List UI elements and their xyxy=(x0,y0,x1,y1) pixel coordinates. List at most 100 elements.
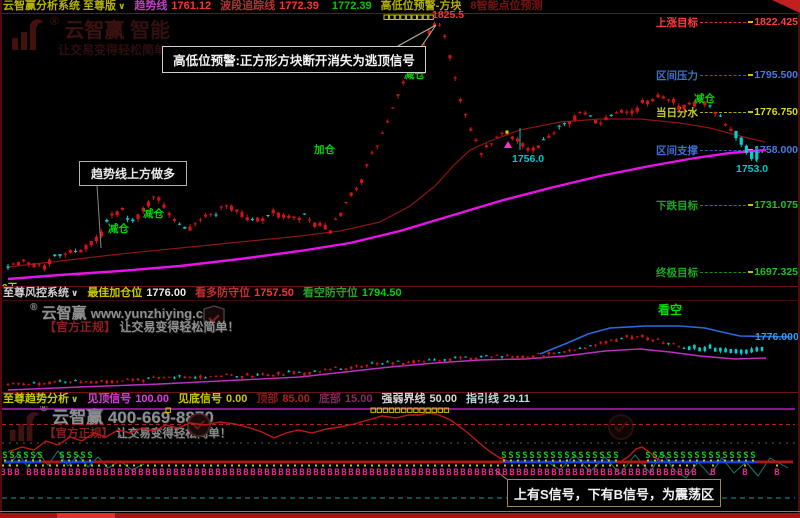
svg-text:B: B xyxy=(334,468,340,478)
titlebar-indicators: 趋势线1761.12波段追踪线1772.391772.39高低位预警-方块8智能… xyxy=(125,0,542,13)
svg-text:B: B xyxy=(180,468,186,478)
risk-panel-indicators: 最佳加仓位1776.00看多防守位1757.50看空防守位1794.50 xyxy=(78,287,401,300)
trend-indicator-label: 顶部 xyxy=(256,393,278,405)
scrollbar-thumb[interactable] xyxy=(57,513,115,518)
oscillation-annotation-text: 上有S信号，下有B信号，为震荡区 xyxy=(514,484,714,503)
bottom-scrollbar[interactable] xyxy=(0,513,800,518)
titlebar-indicator: 波段追踪线 1772.39 xyxy=(220,0,319,13)
chevron-down-icon: ∨ xyxy=(71,288,78,298)
oscillation-annotation-box[interactable]: 上有S信号，下有B信号，为震荡区 xyxy=(507,479,721,507)
trend-indicator-label: 强弱界线 xyxy=(381,393,425,405)
svg-text:B: B xyxy=(516,468,522,478)
trend-panel-title: 至尊趋势分析 xyxy=(3,393,69,405)
svg-text:B: B xyxy=(257,468,263,478)
risk-line-price-label: 1776.000 xyxy=(755,331,799,343)
svg-text:B: B xyxy=(495,468,501,478)
titlebar-indicator-label: 波段追踪线 xyxy=(220,0,275,12)
alert-annotation-box[interactable]: 高低位预警:正方形方块断开消失为逃顶信号 xyxy=(162,46,426,73)
trend-indicator-label: 见顶信号 xyxy=(87,393,131,405)
titlebar: 云智赢分析系统 至尊版∨ 趋势线1761.12 波段追踪线 1772.39 1772.… xyxy=(0,0,800,13)
svg-text:B: B xyxy=(299,468,305,478)
svg-text:B: B xyxy=(82,468,88,478)
svg-text:B: B xyxy=(663,468,669,478)
svg-text:B: B xyxy=(68,468,74,478)
svg-text:B: B xyxy=(397,468,403,478)
svg-text:B: B xyxy=(250,468,256,478)
svg-text:B: B xyxy=(439,468,445,478)
chevron-down-icon: ∨ xyxy=(71,394,78,404)
svg-text:B: B xyxy=(467,468,473,478)
corner-fold-icon[interactable] xyxy=(770,0,800,14)
svg-text:B: B xyxy=(656,468,662,478)
risk-indicator-value: 1794.50 xyxy=(362,287,402,299)
alert-annotation-text: 高低位预警:正方形方块断开消失为逃顶信号 xyxy=(173,50,415,69)
svg-text:B: B xyxy=(215,468,221,478)
svg-text:B: B xyxy=(432,468,438,478)
svg-text:B: B xyxy=(530,468,536,478)
titlebar-indicator: 趋势线1761.12 xyxy=(134,0,211,13)
trend-indicator-label: 底部 xyxy=(319,393,341,405)
svg-text:B: B xyxy=(14,468,20,478)
titlebar-indicator-value: 1772.39 xyxy=(279,0,319,12)
svg-text:B: B xyxy=(586,468,592,478)
svg-text:B: B xyxy=(75,468,81,478)
svg-text:B: B xyxy=(145,468,151,478)
svg-text:B: B xyxy=(474,468,480,478)
svg-text:B: B xyxy=(201,468,207,478)
svg-text:B: B xyxy=(313,468,319,478)
svg-text:B: B xyxy=(138,468,144,478)
svg-text:B: B xyxy=(614,468,620,478)
chevron-down-icon: ∨ xyxy=(118,1,125,11)
svg-text:B: B xyxy=(642,468,648,478)
svg-text:B: B xyxy=(488,468,494,478)
risk-indicator-value: 1776.00 xyxy=(146,287,186,299)
risk-indicator-label: 看空防守位 xyxy=(303,287,358,299)
risk-panel-title-dropdown[interactable]: 至尊风控系统∨ xyxy=(3,287,78,300)
svg-text:B: B xyxy=(558,468,564,478)
trade-signal-减仓: 减仓 xyxy=(694,91,715,106)
titlebar-indicator-label: 8智能点位预测 xyxy=(470,0,542,12)
risk-indicator-value: 1757.50 xyxy=(254,287,294,299)
svg-text:B: B xyxy=(271,468,277,478)
svg-text:B: B xyxy=(376,468,382,478)
svg-text:B: B xyxy=(306,468,312,478)
bottom-olive-line xyxy=(0,511,800,512)
trend-indicator: 见顶信号 100.00 xyxy=(87,393,169,406)
svg-text:B: B xyxy=(390,468,396,478)
svg-text:B: B xyxy=(89,468,95,478)
svg-text:B: B xyxy=(565,468,571,478)
svg-text:B: B xyxy=(33,468,39,478)
app-title: 云智赢分析系统 至尊版 xyxy=(3,0,116,12)
trend-note-box[interactable]: 趋势线上方做多 xyxy=(79,161,187,186)
current-price-label: 1753.0 xyxy=(736,163,768,175)
svg-text:B: B xyxy=(369,468,375,478)
trend-panel-title-dropdown[interactable]: 至尊趋势分析∨ xyxy=(3,393,78,406)
separator xyxy=(0,13,800,14)
svg-text:B: B xyxy=(600,468,606,478)
trend-panel-header: 至尊趋势分析∨ 见顶信号100.00见底信号0.00顶部85.00底部15.00… xyxy=(0,393,800,406)
trend-indicator: 底部15.00 xyxy=(319,393,373,406)
svg-text:B: B xyxy=(7,468,13,478)
svg-text:B: B xyxy=(607,468,613,478)
trend-indicator-value: 100.00 xyxy=(135,393,169,405)
titlebar-indicator-value: 1772.39 xyxy=(332,0,372,12)
svg-text:B: B xyxy=(446,468,452,478)
svg-text:B: B xyxy=(320,468,326,478)
svg-text:B: B xyxy=(341,468,347,478)
svg-text:B: B xyxy=(152,468,158,478)
svg-text:B: B xyxy=(264,468,270,478)
svg-text:B: B xyxy=(47,468,53,478)
titlebar-indicator: 1772.39 xyxy=(328,0,372,13)
svg-text:B: B xyxy=(509,468,515,478)
svg-text:B: B xyxy=(635,468,641,478)
trade-signal-减仓: 减仓 xyxy=(108,221,129,236)
risk-indicator: 看多防守位1757.50 xyxy=(195,287,294,300)
svg-text:B: B xyxy=(61,468,67,478)
svg-text:B: B xyxy=(411,468,417,478)
titlebar-indicator-value: 1761.12 xyxy=(171,0,211,12)
app-title-dropdown[interactable]: 云智赢分析系统 至尊版∨ xyxy=(3,0,125,13)
svg-text:B: B xyxy=(348,468,354,478)
svg-text:B: B xyxy=(593,468,599,478)
trend-panel-indicators: 见顶信号100.00见底信号0.00顶部85.00底部15.00强弱界线50.0… xyxy=(78,393,530,406)
svg-text:B: B xyxy=(544,468,550,478)
